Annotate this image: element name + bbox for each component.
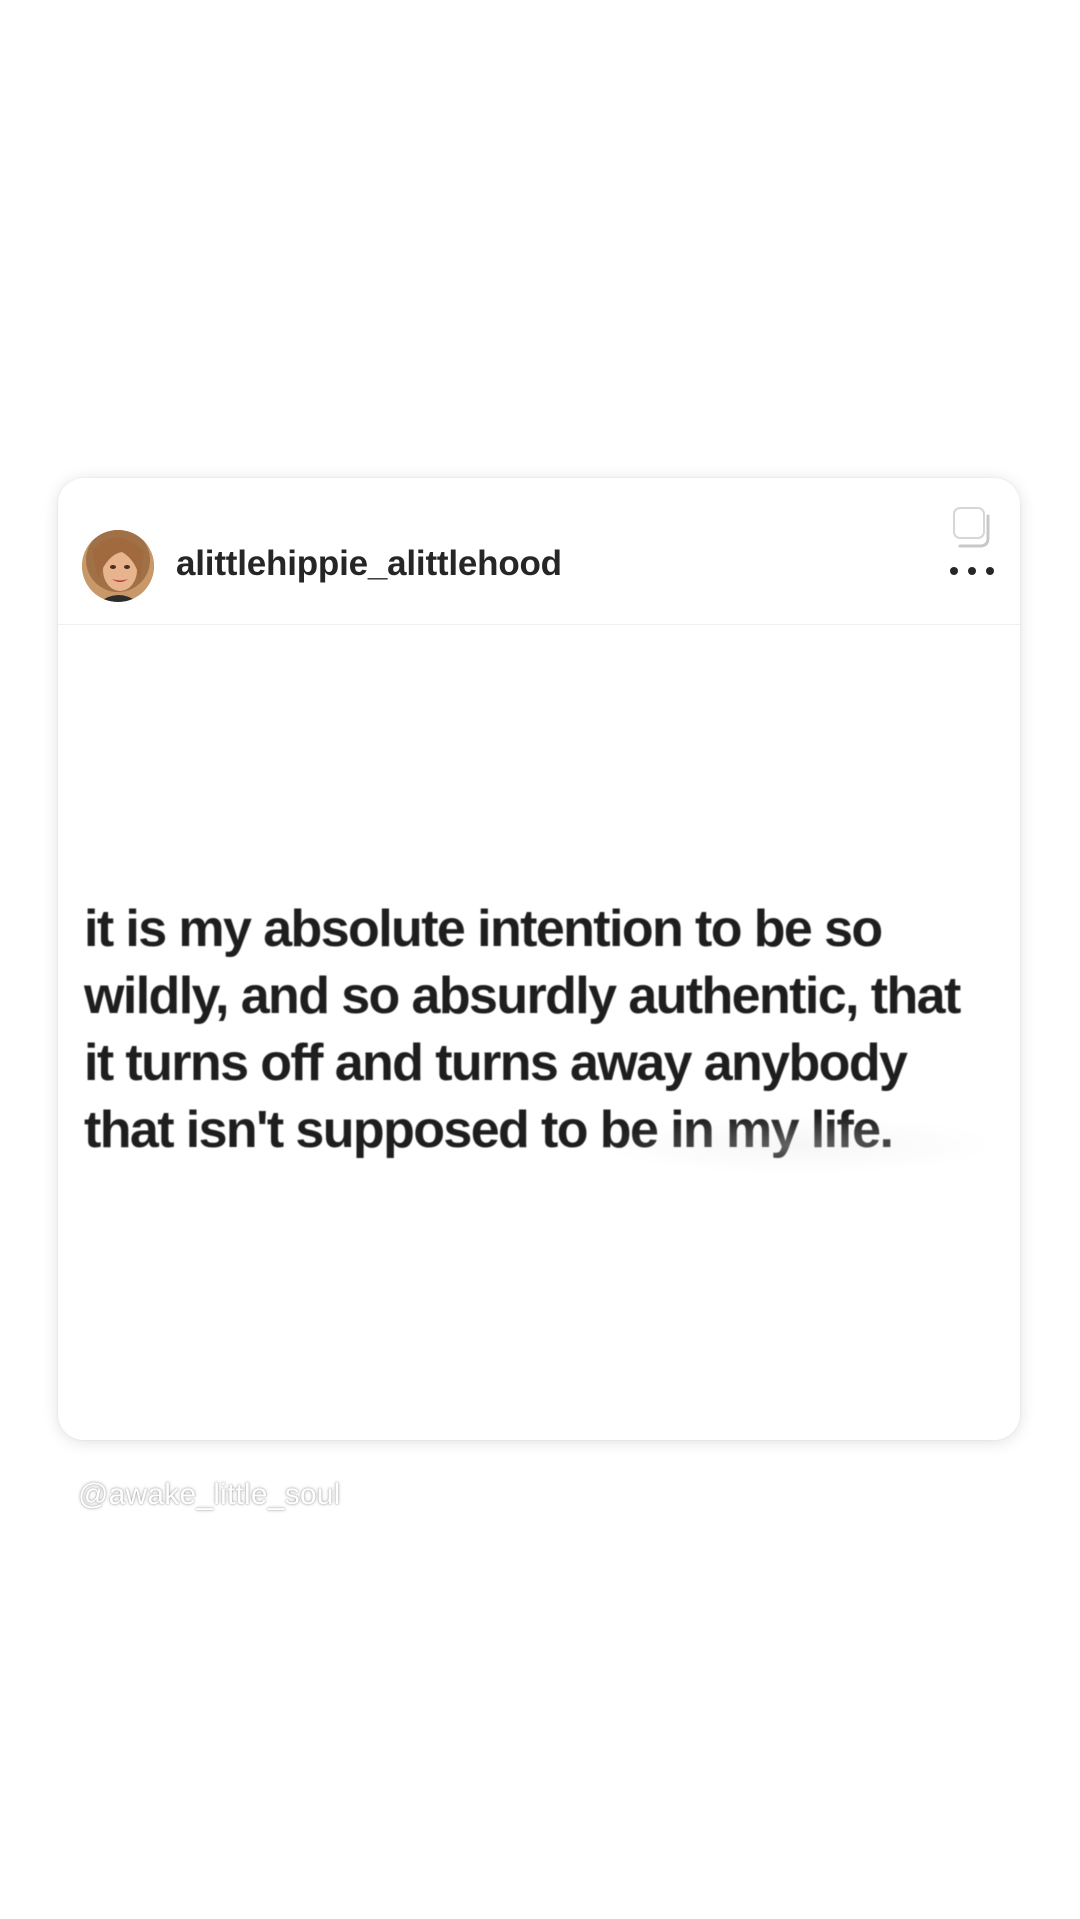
post-image[interactable]: it is my absolute intention to be so wil… [58,625,1020,1440]
more-options-button[interactable] [950,556,994,586]
image-artifact [598,1115,998,1175]
avatar-photo [82,530,154,602]
shared-post-card[interactable]: alittlehippie_alittlehood it is my absol… [58,478,1020,1440]
more-options-dot [968,567,976,575]
mention-sticker[interactable]: @awake_little_soul [78,1478,341,1512]
story-canvas: alittlehippie_alittlehood it is my absol… [0,0,1080,1919]
avatar[interactable] [82,530,154,602]
more-options-dot [986,567,994,575]
post-username[interactable]: alittlehippie_alittlehood [176,544,562,584]
post-header: alittlehippie_alittlehood [58,478,1020,625]
carousel-icon [950,506,994,550]
more-options-icon [950,567,958,575]
